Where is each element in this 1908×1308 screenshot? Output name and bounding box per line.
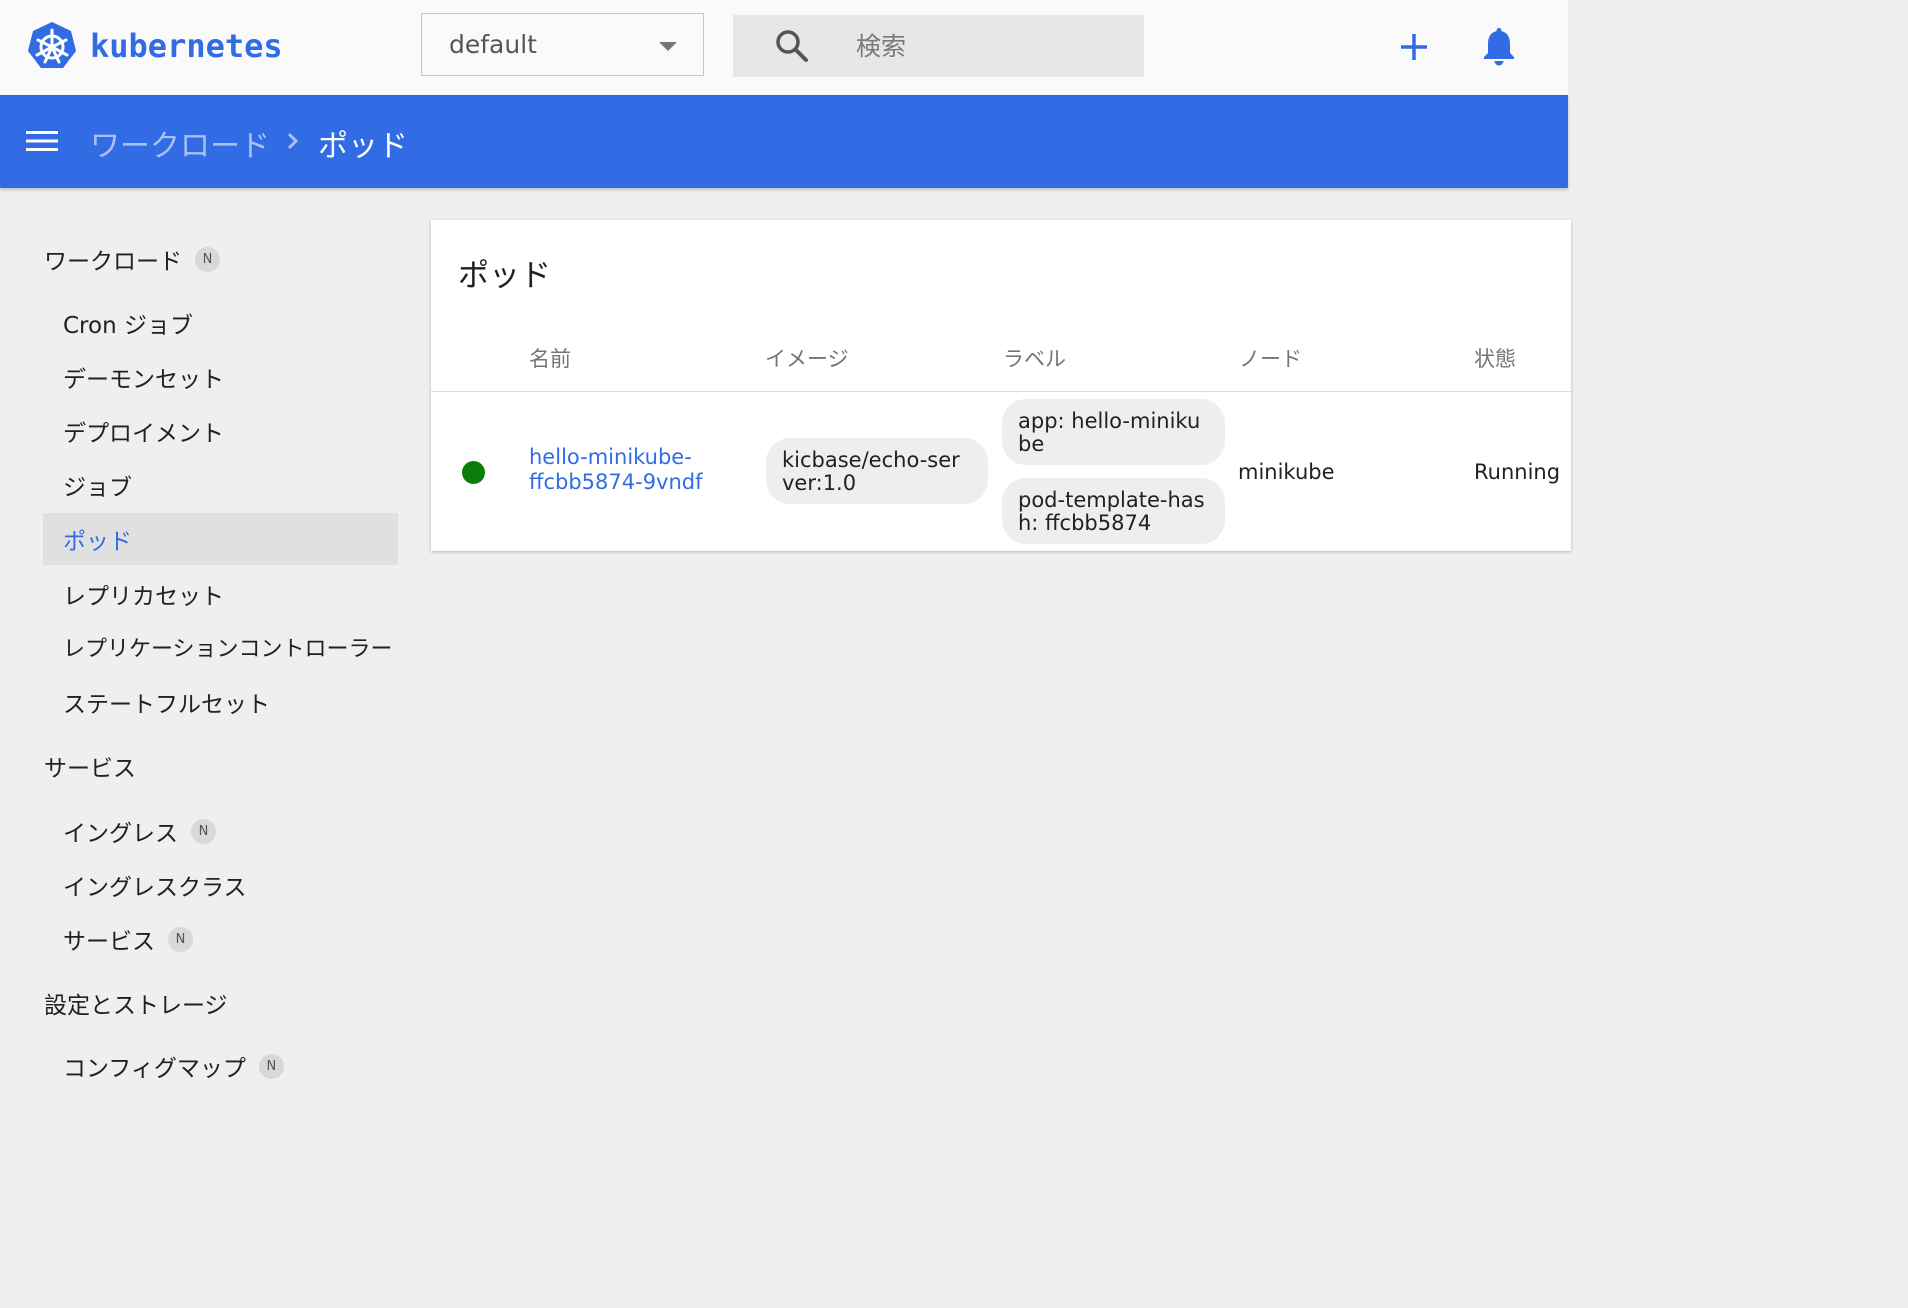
- sidebar-section-service[interactable]: サービス: [44, 749, 136, 783]
- pod-name-link[interactable]: hello-minikube-ffcbb5874-9vndf: [529, 445, 719, 495]
- top-bar: kubernetes default: [0, 0, 1568, 95]
- notifications-bell-icon[interactable]: [1478, 24, 1520, 68]
- sidebar-item-label: サービス: [63, 929, 155, 955]
- status-cell: Running: [1474, 460, 1561, 484]
- breadcrumb-bar: ワークロード ポッド: [0, 95, 1568, 188]
- sidebar-item-configmaps[interactable]: コンフィグマップ N: [63, 1049, 284, 1083]
- logo-text: kubernetes: [90, 27, 283, 65]
- namespaced-badge: N: [191, 818, 216, 844]
- kubernetes-logo-icon: [28, 22, 76, 68]
- sidebar-item-replicasets[interactable]: レプリカセット: [63, 577, 224, 611]
- node-cell[interactable]: minikube: [1238, 460, 1335, 484]
- sidebar-item-deployments[interactable]: デプロイメント: [63, 414, 224, 448]
- pods-card: ポッド 名前 イメージ ラベル ノード 状態 hello-minikube-ff…: [431, 220, 1571, 551]
- sidebar-section-label: サービス: [44, 756, 136, 782]
- sidebar-item-pods[interactable]: ポッド: [63, 522, 132, 556]
- breadcrumb-workloads[interactable]: ワークロード: [90, 121, 270, 165]
- sidebar-item-label: デーモンセット: [63, 367, 224, 393]
- sidebar-item-label: レプリカセット: [63, 584, 224, 610]
- sidebar-item-label: Cron ジョブ: [63, 313, 193, 339]
- sidebar-item-label: イングレス: [63, 821, 178, 847]
- sidebar-section-config-storage[interactable]: 設定とストレージ: [44, 986, 228, 1020]
- sidebar-item-label: デプロイメント: [63, 421, 224, 447]
- image-chip: kicbase/echo-server:1.0: [766, 438, 988, 504]
- sidebar-item-ingressclasses[interactable]: イングレスクラス: [63, 868, 247, 902]
- namespaced-badge: N: [168, 926, 193, 952]
- column-header-status: 状態: [1474, 347, 1516, 371]
- sidebar-section-workloads[interactable]: ワークロード N: [44, 242, 220, 276]
- sidebar-item-label: イングレスクラス: [63, 875, 247, 901]
- sidebar-item-statefulsets[interactable]: ステートフルセット: [63, 685, 270, 719]
- sidebar-item-services[interactable]: サービス N: [63, 922, 193, 956]
- label-chip: app: hello-minikube: [1002, 399, 1225, 465]
- column-header-image: イメージ: [765, 347, 849, 371]
- logo[interactable]: kubernetes: [26, 20, 283, 72]
- card-title: ポッド: [458, 258, 551, 294]
- header-divider: [431, 391, 1571, 392]
- search-box[interactable]: [733, 15, 1144, 77]
- search-input[interactable]: [854, 30, 1138, 62]
- sidebar: ワークロード N Cron ジョブ デーモンセット デプロイメント ジョブ ポッ…: [0, 188, 420, 1082]
- sidebar-item-label: ポッド: [63, 529, 132, 555]
- sidebar-item-label: コンフィグマップ: [63, 1056, 246, 1082]
- column-header-name[interactable]: 名前: [529, 343, 571, 373]
- breadcrumb-current: ポッド: [318, 129, 408, 164]
- search-icon: [776, 30, 808, 62]
- column-header-node: ノード: [1239, 347, 1302, 371]
- namespace-select[interactable]: default: [421, 13, 704, 76]
- sidebar-item-label: ステートフルセット: [63, 692, 270, 718]
- chevron-right-icon: [287, 132, 299, 150]
- column-header-labels: ラベル: [1003, 347, 1066, 371]
- label-chip: pod-template-hash: ffcbb5874: [1002, 478, 1225, 544]
- hamburger-menu-icon[interactable]: [26, 129, 58, 153]
- sidebar-item-label: レプリケーションコントローラー: [63, 637, 393, 662]
- sidebar-section-label: 設定とストレージ: [44, 993, 228, 1019]
- status-running-icon: [462, 461, 485, 484]
- sidebar-item-replicationcontrollers[interactable]: レプリケーションコントローラー: [63, 631, 393, 663]
- sidebar-item-ingresses[interactable]: イングレス N: [63, 814, 216, 848]
- caret-down-icon: [659, 42, 677, 51]
- sidebar-item-jobs[interactable]: ジョブ: [63, 468, 132, 502]
- sidebar-item-daemonsets[interactable]: デーモンセット: [63, 360, 224, 394]
- sidebar-item-cronjobs[interactable]: Cron ジョブ: [63, 306, 193, 340]
- add-icon[interactable]: [1392, 24, 1436, 68]
- namespace-value: default: [449, 30, 537, 59]
- sidebar-section-label: ワークロード: [44, 249, 182, 275]
- namespaced-badge: N: [258, 1053, 284, 1079]
- namespaced-badge: N: [195, 246, 220, 272]
- sidebar-item-label: ジョブ: [63, 475, 132, 501]
